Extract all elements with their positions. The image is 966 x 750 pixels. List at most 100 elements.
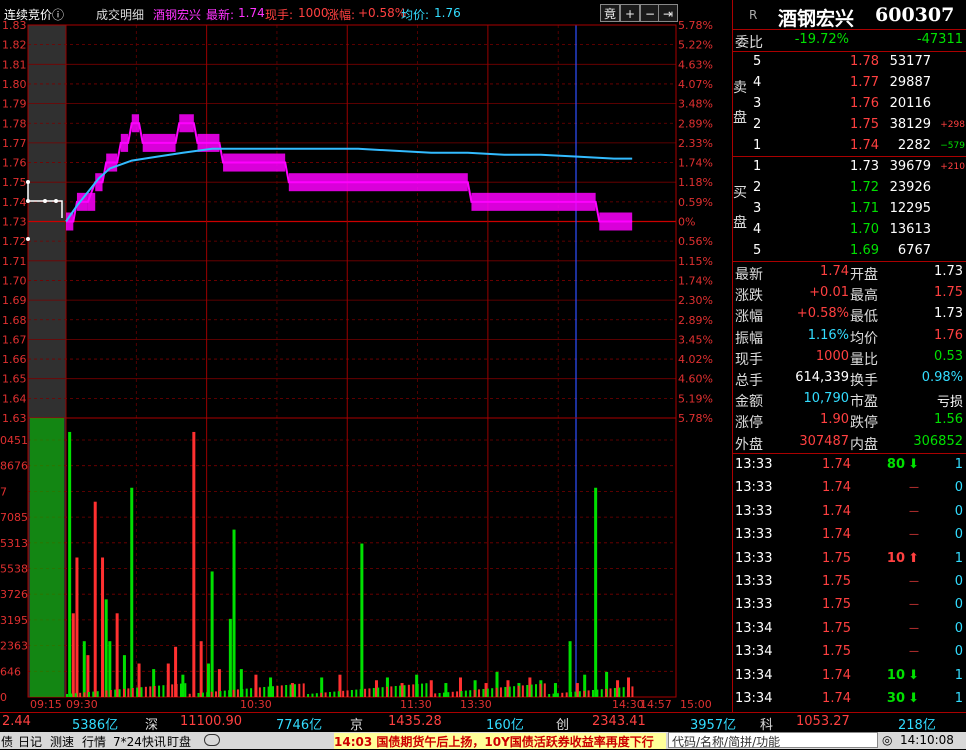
ask-row[interactable]: 3 1.76 20116 xyxy=(733,94,966,115)
stat-row: 金额 10,790 市盈 亏损 xyxy=(733,389,966,410)
volume-bar-small xyxy=(530,684,533,697)
bid-row[interactable]: 3 1.71 12295 xyxy=(733,199,966,220)
news-ticker[interactable]: 14:03 国债期货午后上扬，10Y国债活跃券收益率再度下行 xyxy=(334,733,666,749)
volume-bar-small xyxy=(482,689,485,697)
price-tick-label: 1.73 xyxy=(2,216,27,229)
volume-bar xyxy=(104,599,108,697)
tick-time: 13:33 xyxy=(735,457,773,472)
search-input[interactable]: 代码/名称/简拼/功能 xyxy=(668,732,878,749)
up-arrow-icon: ⬆ xyxy=(908,550,919,566)
volume-bar-small xyxy=(276,685,279,697)
ask-level: 2 xyxy=(753,117,762,132)
volume-bar xyxy=(68,431,72,697)
tick-price: 1.74 xyxy=(822,503,851,519)
bid-volume: 39679 xyxy=(889,159,931,174)
tab-speed[interactable]: 测速 xyxy=(50,733,74,750)
bid-row[interactable]: 1 1.73 39679 +210 xyxy=(733,157,966,178)
volume-bar-small xyxy=(149,686,152,697)
trade-detail-tab[interactable]: 成交明细 xyxy=(96,6,144,23)
tick-count: 0 xyxy=(954,527,963,543)
volume-bar-small xyxy=(364,688,367,697)
stat-label-left: 外盘 xyxy=(735,436,763,453)
bid-price: 1.72 xyxy=(850,180,879,195)
tick-row[interactable]: 13:33 1.75 — 0 xyxy=(733,595,966,616)
index-3-amount: 3957亿 xyxy=(690,718,737,733)
index-4-value: 1053.27 xyxy=(796,714,850,729)
tick-row[interactable]: 13:34 1.75 — 0 xyxy=(733,619,966,640)
tab-bond[interactable]: 债 xyxy=(1,733,13,750)
tick-row[interactable]: 13:33 1.74 — 0 xyxy=(733,478,966,499)
tick-row[interactable]: 13:34 1.74 10 ⬇ 1 xyxy=(733,666,966,687)
index-3-name: 创 xyxy=(556,718,570,733)
volume-bar xyxy=(86,655,90,697)
link-icon[interactable] xyxy=(204,734,220,746)
down-arrow-icon: ⬇ xyxy=(908,667,919,683)
pct-tick-label: 1.15% xyxy=(678,255,713,268)
volume-bar-small xyxy=(114,689,117,697)
stat-label-right: 最低 xyxy=(850,309,878,326)
tab-market[interactable]: 行情 xyxy=(82,733,106,750)
bid-row[interactable]: 5 1.69 6767 xyxy=(733,241,966,262)
price-block xyxy=(87,192,96,211)
tick-row[interactable]: 13:33 1.75 — 0 xyxy=(733,572,966,593)
zoom-in-button[interactable]: + xyxy=(620,4,640,22)
volume-bar-small xyxy=(565,692,568,697)
tick-row[interactable]: 13:33 1.74 — 0 xyxy=(733,502,966,523)
tick-count: 0 xyxy=(954,480,963,496)
tab-watch[interactable]: 盯盘 xyxy=(167,733,191,750)
dash-icon: — xyxy=(909,646,919,658)
tick-row[interactable]: 13:33 1.74 — 0 xyxy=(733,525,966,546)
stat-label-right: 换手 xyxy=(850,373,878,389)
ask-row[interactable]: 1 1.74 2282 −579 xyxy=(733,136,966,157)
bid-volume: 6767 xyxy=(897,243,931,258)
tick-time: 13:33 xyxy=(735,574,773,589)
bid-level: 2 xyxy=(753,180,762,195)
volume-bar xyxy=(568,641,572,697)
volume-bar-small xyxy=(302,683,305,697)
ask-volume: 53177 xyxy=(889,54,931,69)
price-tick-label: 1.79 xyxy=(2,98,27,111)
search-icon[interactable]: ◎ xyxy=(882,733,892,747)
volume-bar-small xyxy=(70,693,73,697)
auction-point xyxy=(43,199,47,203)
volume-bar xyxy=(232,529,236,697)
bid-row[interactable]: 2 1.72 23926 xyxy=(733,178,966,199)
tick-row[interactable]: 13:34 1.75 — 0 xyxy=(733,642,966,663)
volume-bar-small xyxy=(631,686,634,697)
ask-row[interactable]: 5 1.78 53177 xyxy=(733,52,966,73)
ask-row[interactable]: 2 1.75 38129 +298 xyxy=(733,115,966,136)
stat-label-right: 最高 xyxy=(850,288,878,305)
time-label: 09:15 xyxy=(30,698,62,711)
volume-bar-small xyxy=(337,691,340,697)
ask-row[interactable]: 4 1.77 29887 xyxy=(733,73,966,94)
volume-bar-small xyxy=(79,692,82,697)
bid-row[interactable]: 4 1.70 13613 xyxy=(733,220,966,241)
auction-toggle-button[interactable]: 竟 xyxy=(600,4,620,22)
chart-svg[interactable]: 1.83 5.78%1.82 5.22%1.81 4.63%1.80 4.07%1.79… xyxy=(0,0,732,712)
tick-count: 1 xyxy=(954,691,963,706)
index-1-value: 11100.90 xyxy=(180,714,243,729)
tick-row[interactable]: 13:33 1.74 80 ⬇ 1 xyxy=(733,455,966,476)
auction-label[interactable]: 连续竞价ⓘ xyxy=(4,6,64,23)
ask-level: 5 xyxy=(753,54,762,69)
volume-bar-small xyxy=(166,684,169,697)
tick-time: 13:33 xyxy=(735,550,773,566)
pct-tick-label: 1.18% xyxy=(678,176,713,189)
ask-price: 1.75 xyxy=(850,117,879,132)
quote-panel: R 酒钢宏兴 600307 委比 -19.72% -47311 5 1.78 531… xyxy=(732,0,966,712)
next-button[interactable]: ⇥ xyxy=(658,4,678,22)
tick-row[interactable]: 13:34 1.74 30 ⬇ 1 xyxy=(733,689,966,710)
tab-diary[interactable]: 日记 xyxy=(18,733,42,750)
stat-label-left: 涨跌 xyxy=(735,288,763,305)
zoom-out-button[interactable]: − xyxy=(640,4,660,22)
volume-bar-small xyxy=(285,685,288,697)
tab-flash-news[interactable]: 7*24快讯 xyxy=(113,733,166,750)
intraday-chart[interactable]: 1.83 5.78% 1.82 5.22% 1.81 4.63% 1.80 4.07% 1.79… xyxy=(0,0,732,712)
volume-bar-small xyxy=(232,689,235,697)
tick-row[interactable]: 13:33 1.75 10 ⬆ 1 xyxy=(733,549,966,570)
auction-point xyxy=(54,199,58,203)
chart-frame xyxy=(27,24,677,698)
volume-bar xyxy=(192,431,196,697)
volume-bar xyxy=(206,663,210,697)
volume-bar-small xyxy=(451,691,454,697)
